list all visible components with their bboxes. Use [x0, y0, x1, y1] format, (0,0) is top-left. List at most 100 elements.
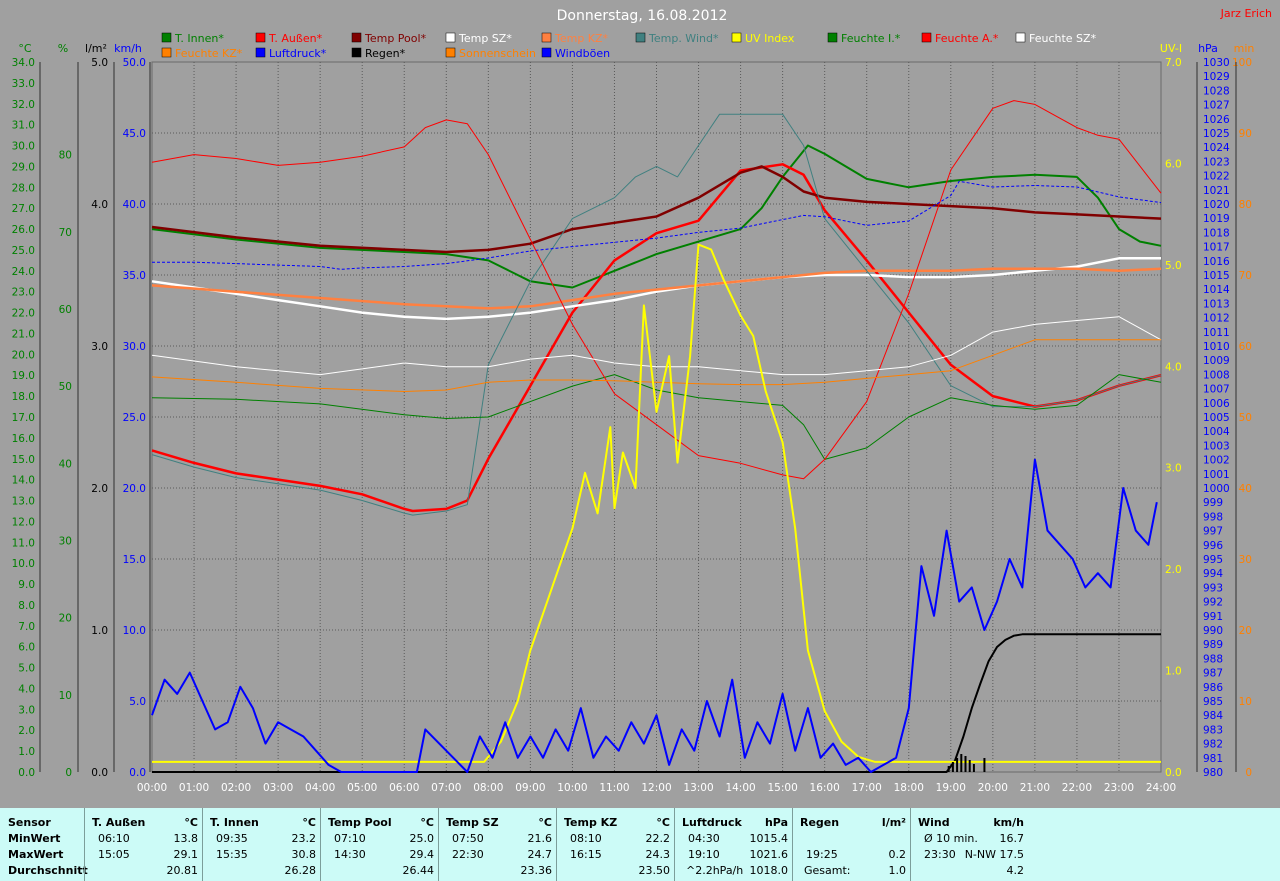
tick-label-time: 04:00: [305, 782, 335, 794]
legend-swatch: [351, 47, 362, 58]
tick-label-pressure: 1027: [1203, 100, 1230, 112]
stats-avg-value: 1.0: [888, 864, 907, 877]
stats-min-value: 16.7: [999, 832, 1025, 845]
tick-label-pressure: 1013: [1203, 298, 1230, 310]
tick-label-wind: 15.0: [123, 554, 146, 566]
tick-label-pressure: 989: [1203, 639, 1223, 651]
tick-label-temp: 6.0: [18, 642, 35, 654]
stats-column-unit: °C: [302, 816, 316, 829]
tick-label-pressure: 1009: [1203, 355, 1230, 367]
tick-label-pressure: 1022: [1203, 171, 1230, 183]
tick-label-temp: 11.0: [12, 537, 35, 549]
legend-swatch: [827, 32, 838, 43]
tick-label-pressure: 1018: [1203, 227, 1230, 239]
tick-label-time: 09:00: [515, 782, 545, 794]
tick-label-rain: 2.0: [91, 483, 108, 495]
author-label: Jarz Erich: [1220, 7, 1272, 20]
tick-label-pressure: 1026: [1203, 114, 1230, 126]
stats-column-separator: [910, 808, 911, 881]
rain-bar: [947, 766, 950, 772]
legend-label: Sonnenschein: [459, 47, 536, 60]
tick-label-pressure: 1014: [1203, 284, 1230, 296]
tick-label-wind: 45.0: [123, 128, 146, 140]
tick-label-humidity: 50: [59, 381, 72, 393]
tick-label-pressure: 995: [1203, 554, 1223, 566]
tick-label-rain: 0.0: [91, 767, 108, 779]
tick-label-temp: 28.0: [12, 182, 35, 194]
tick-label-temp: 5.0: [18, 663, 35, 675]
stats-column-unit: l/m²: [881, 816, 906, 829]
stats-max-value: N-NW 17.5: [964, 848, 1024, 861]
tick-label-time: 13:00: [683, 782, 713, 794]
tick-label-pressure: 986: [1203, 682, 1223, 694]
tick-label-pressure: 1028: [1203, 85, 1230, 97]
axis-unit-rain: l/m²: [85, 42, 107, 55]
tick-label-time: 15:00: [767, 782, 797, 794]
tick-label-pressure: 1001: [1203, 469, 1230, 481]
tick-label-temp: 20.0: [12, 349, 35, 361]
legend-label: UV Index: [745, 32, 795, 45]
tick-label-pressure: 1023: [1203, 156, 1230, 168]
tick-label-pressure: 981: [1203, 753, 1223, 765]
tick-label-temp: 32.0: [12, 99, 35, 111]
legend-swatch: [161, 47, 172, 58]
stats-column-unit: km/h: [993, 816, 1024, 829]
rain-bar: [964, 756, 967, 772]
weather-chart: Donnerstag, 16.08.2012 Jarz Erich T. Inn…: [0, 0, 1280, 808]
tick-label-time: 10:00: [557, 782, 587, 794]
axis-unit-wind: km/h: [114, 42, 142, 55]
tick-label-pressure: 996: [1203, 540, 1223, 552]
tick-label-time: 24:00: [1146, 782, 1176, 794]
stats-column-separator: [556, 808, 557, 881]
stats-column-separator: [792, 808, 793, 881]
tick-label-time: 12:00: [641, 782, 671, 794]
tick-label-sunshine: 50: [1239, 412, 1252, 424]
tick-label-time: 19:00: [936, 782, 966, 794]
tick-label-wind: 20.0: [123, 483, 146, 495]
tick-label-temp: 27.0: [12, 203, 35, 215]
stats-avg-value: 1018.0: [749, 864, 789, 877]
stats-max-value: 30.8: [291, 848, 317, 861]
tick-label-humidity: 40: [59, 458, 72, 470]
legend-item: Feuchte SZ*: [1015, 32, 1097, 45]
tick-label-temp: 7.0: [18, 621, 35, 633]
tick-label-time: 23:00: [1104, 782, 1134, 794]
legend-item: Temp. Wind*: [635, 32, 719, 45]
stats-max-value: 1021.6: [749, 848, 789, 861]
stats-column-separator: [84, 808, 85, 881]
tick-label-pressure: 992: [1203, 597, 1223, 609]
stats-column-separator: [674, 808, 675, 881]
tick-label-wind: 35.0: [123, 270, 146, 282]
stats-max-value: 29.4: [409, 848, 435, 861]
tick-label-sunshine: 0: [1245, 767, 1252, 779]
legend-swatch: [255, 47, 266, 58]
tick-label-sunshine: 70: [1239, 270, 1252, 282]
tick-label-pressure: 1000: [1203, 483, 1230, 495]
rain-bar: [968, 760, 971, 772]
legend-label: Temp Pool*: [364, 32, 427, 45]
tick-label-pressure: 1019: [1203, 213, 1230, 225]
legend-label: Feuchte SZ*: [1029, 32, 1097, 45]
chart-title: Donnerstag, 16.08.2012: [557, 8, 728, 24]
tick-label-time: 20:00: [978, 782, 1008, 794]
tick-label-time: 01:00: [179, 782, 209, 794]
tick-label-pressure: 1007: [1203, 384, 1230, 396]
tick-label-humidity: 10: [59, 690, 72, 702]
stats-row-label: Durchschnitt: [8, 864, 88, 877]
stats-avg-value: 4.2: [1006, 864, 1025, 877]
stats-max-value: 0.2: [888, 848, 907, 861]
stats-column-unit: °C: [184, 816, 198, 829]
tick-label-pressure: 1021: [1203, 185, 1230, 197]
tick-label-time: 07:00: [431, 782, 461, 794]
tick-label-pressure: 1006: [1203, 398, 1230, 410]
legend-swatch: [541, 32, 552, 43]
stats-column-unit: hPa: [764, 816, 788, 829]
legend-label: Feuchte A.*: [935, 32, 999, 45]
legend-swatch: [635, 32, 646, 43]
tick-label-temp: 33.0: [12, 78, 35, 90]
tick-label-sunshine: 80: [1239, 199, 1252, 211]
tick-label-rain: 5.0: [91, 57, 108, 69]
stats-avg-value: 20.81: [166, 864, 199, 877]
tick-label-humidity: 0: [65, 767, 72, 779]
tick-label-time: 16:00: [810, 782, 840, 794]
